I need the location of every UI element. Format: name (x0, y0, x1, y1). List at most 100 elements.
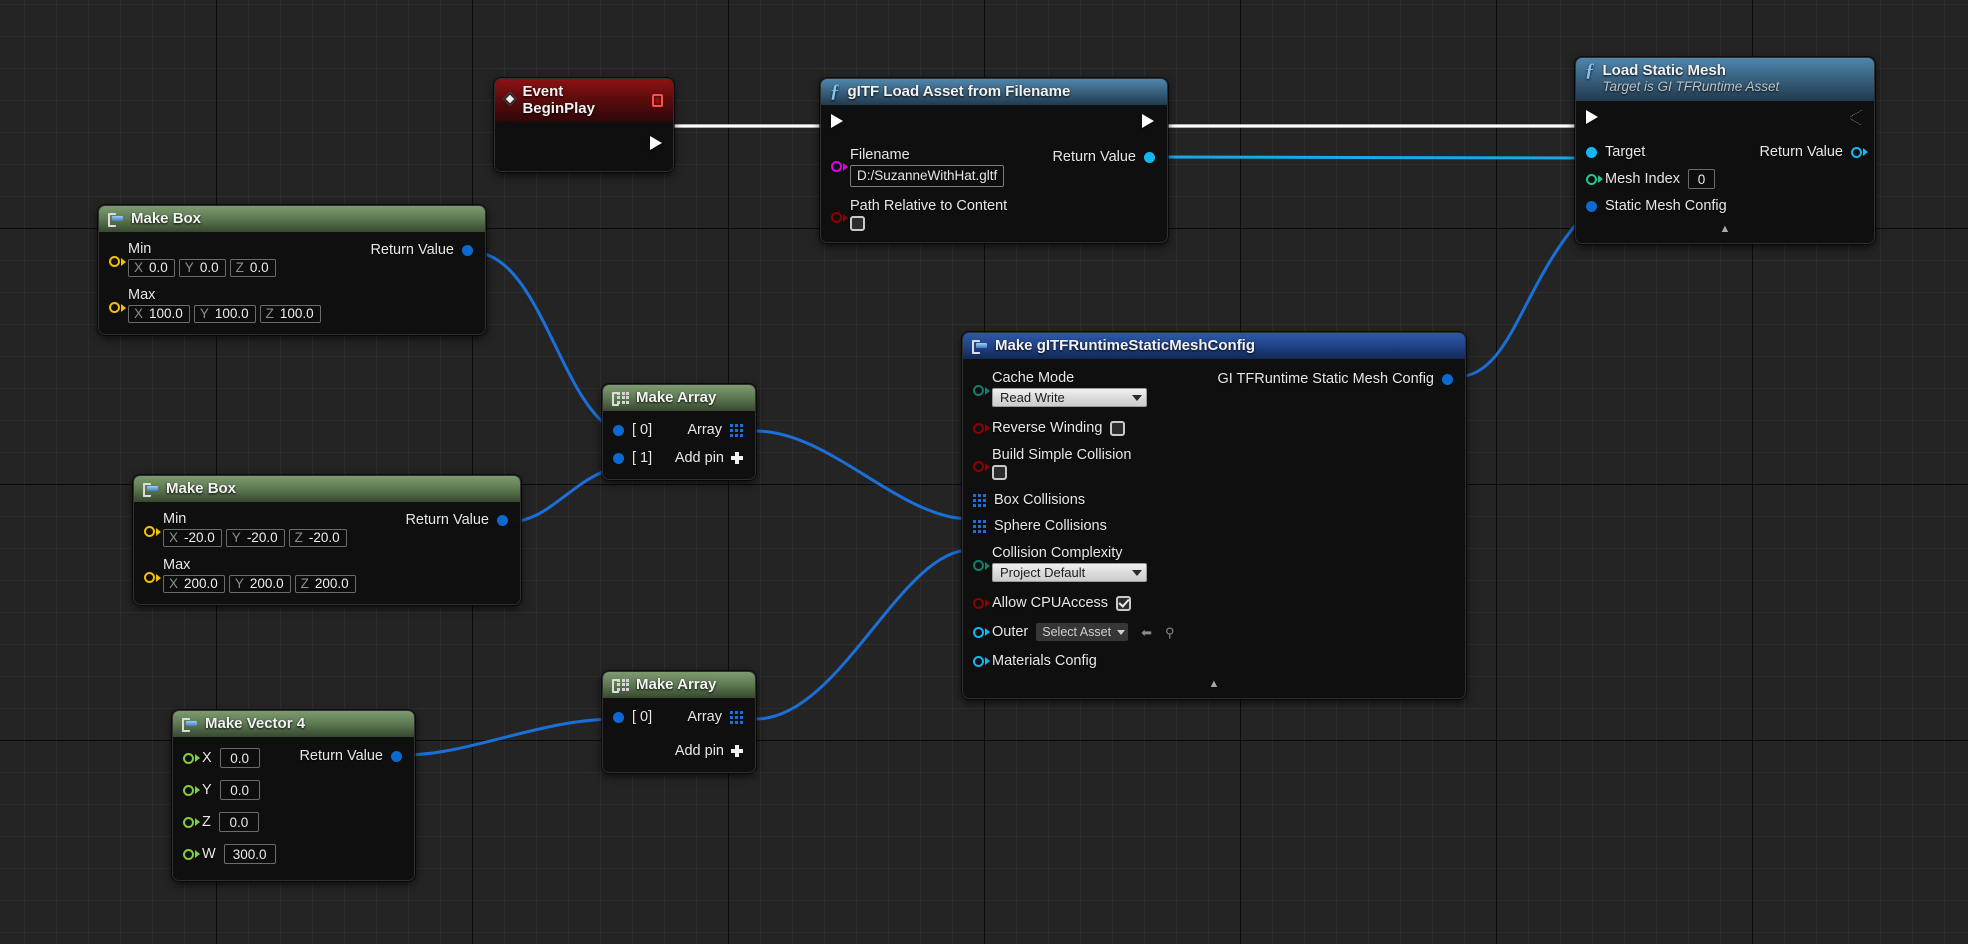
node-title-bar[interactable]: Event BeginPlay (495, 79, 673, 122)
cache-mode-input-pin[interactable] (973, 385, 984, 396)
array-item-0-pin[interactable] (613, 424, 624, 436)
max-y-input[interactable]: Y 200.0 (228, 575, 291, 593)
materials-config-input-pin[interactable] (973, 655, 984, 667)
max-y-input[interactable]: Y 100.0 (193, 305, 256, 323)
node-load-static-mesh[interactable]: ƒ Load Static Mesh Target is GI TFRuntim… (1575, 57, 1875, 244)
stop-icon[interactable] (652, 93, 663, 107)
node-make-box-2[interactable]: Make Box Min X -20.0 Y -20.0 Z -20.0 Ret… (133, 475, 521, 605)
outer-input-pin[interactable] (973, 626, 984, 638)
node-title-bar[interactable]: Make Array (603, 385, 755, 411)
axis-label-y: Y (231, 530, 241, 545)
node-title-text: Make gITFRuntimeStaticMeshConfig (995, 337, 1256, 354)
node-title-bar[interactable]: ƒ gITF Load Asset from Filename (821, 79, 1167, 105)
allow-cpu-access-input-pin[interactable] (973, 597, 984, 609)
x-input[interactable]: 0.0 (219, 748, 260, 768)
use-selected-asset-arrow-icon[interactable]: ⬅ (1141, 626, 1152, 639)
node-title-bar[interactable]: Make Vector 4 (173, 711, 414, 737)
array-item-0-pin[interactable] (613, 711, 624, 723)
node-make-gltf-runtime-static-mesh-config[interactable]: Make gITFRuntimeStaticMeshConfig Cache M… (962, 332, 1466, 699)
min-input-pin[interactable] (109, 256, 120, 267)
add-pin-button[interactable]: Add pin (675, 743, 743, 759)
node-title-bar[interactable]: Make Box (134, 476, 520, 502)
exec-out-pin[interactable] (1849, 110, 1862, 125)
filename-input[interactable]: D:/SuzanneWithHat.gltf (850, 165, 1005, 187)
collapse-arrow-icon[interactable]: ▲ (1576, 222, 1874, 235)
wire-array1-to-box-collisions (755, 429, 971, 521)
max-input-pin[interactable] (109, 302, 120, 313)
y-input-pin[interactable] (183, 784, 194, 796)
return-value-output-pin[interactable] (1144, 151, 1155, 163)
collapse-arrow-icon[interactable]: ▲ (963, 677, 1465, 690)
plus-icon (731, 452, 743, 464)
max-z-input[interactable]: Z 100.0 (259, 305, 321, 323)
node-title-bar[interactable]: ƒ Load Static Mesh Target is GI TFRuntim… (1576, 58, 1874, 101)
exec-in-pin[interactable] (1586, 110, 1599, 125)
return-value-output-pin[interactable] (497, 514, 508, 526)
min-z-input[interactable]: Z -20.0 (288, 529, 347, 547)
node-event-begin-play[interactable]: Event BeginPlay (494, 78, 674, 172)
node-title-bar[interactable]: Make gITFRuntimeStaticMeshConfig (963, 333, 1465, 359)
node-make-array-1[interactable]: Make Array [ 0] Array [1] Add pin (602, 384, 756, 480)
max-x-value: 200.0 (184, 576, 218, 591)
min-x-input[interactable]: X 0.0 (128, 259, 175, 277)
build-simple-collision-checkbox[interactable] (992, 465, 1007, 480)
mesh-index-input[interactable]: 0 (1687, 169, 1715, 189)
return-value-output-pin[interactable] (1851, 146, 1862, 158)
min-y-input[interactable]: Y 0.0 (178, 259, 226, 277)
allow-cpu-access-checkbox[interactable] (1116, 595, 1132, 611)
w-input[interactable]: 300.0 (223, 844, 276, 864)
max-x-input[interactable]: X 200.0 (163, 575, 225, 593)
path-relative-to-content-pin[interactable] (831, 212, 842, 223)
y-input[interactable]: 0.0 (219, 780, 260, 800)
axis-label-y: Y (184, 260, 194, 275)
node-title-bar[interactable]: Make Box (99, 206, 485, 232)
z-input-pin[interactable] (183, 816, 194, 828)
min-y-input[interactable]: Y -20.0 (225, 529, 285, 547)
allow-cpu-access-label: Allow CPUAccess (992, 595, 1109, 611)
return-value-output-pin[interactable] (391, 750, 402, 762)
build-simple-collision-input-pin[interactable] (973, 461, 984, 472)
node-make-vector-4[interactable]: Make Vector 4 X 0.0 Return Value Y 0.0 Z… (172, 710, 415, 881)
box-collisions-input-pin[interactable] (973, 493, 986, 507)
blueprint-graph-canvas[interactable]: Event BeginPlay ƒ gITF Load Asset from F… (0, 0, 1968, 944)
node-make-box-1[interactable]: Make Box Min X 0.0 Y 0.0 Z 0.0 Return Va… (98, 205, 486, 335)
static-mesh-config-input-pin[interactable] (1586, 200, 1597, 212)
mesh-index-input-pin[interactable] (1586, 173, 1597, 185)
node-title-bar[interactable]: Make Array (603, 672, 755, 698)
w-input-pin[interactable] (183, 848, 194, 860)
return-value-label: Return Value (370, 242, 454, 258)
sphere-collisions-input-pin[interactable] (973, 519, 986, 533)
exec-out-pin[interactable] (650, 136, 663, 151)
browse-asset-magnifier-icon[interactable]: ⚲ (1165, 626, 1175, 639)
z-input[interactable]: 0.0 (218, 812, 259, 832)
array-output-pin[interactable] (730, 710, 743, 724)
collision-complexity-dropdown[interactable]: Project Default (992, 563, 1147, 582)
max-input-pin[interactable] (144, 572, 155, 583)
reverse-winding-checkbox[interactable] (1110, 420, 1126, 436)
array-output-pin[interactable] (730, 423, 743, 437)
node-title-text: Make Array (636, 389, 717, 406)
node-make-array-2[interactable]: Make Array [ 0] Array Add pin (602, 671, 756, 773)
gltf-static-mesh-config-output-pin[interactable] (1442, 373, 1453, 385)
array-item-1-pin[interactable] (613, 452, 624, 464)
return-value-output-pin[interactable] (462, 244, 473, 256)
target-label: Target (1605, 144, 1646, 160)
node-gltf-load-asset-from-filename[interactable]: ƒ gITF Load Asset from Filename Filename… (820, 78, 1168, 243)
cache-mode-dropdown[interactable]: Read Write (992, 388, 1147, 407)
max-x-input[interactable]: X 100.0 (128, 305, 190, 323)
reverse-winding-input-pin[interactable] (973, 422, 984, 434)
path-relative-to-content-checkbox[interactable] (850, 216, 865, 231)
max-z-input[interactable]: Z 200.0 (294, 575, 356, 593)
axis-label-z: Z (300, 576, 309, 591)
exec-out-pin[interactable] (1142, 114, 1155, 129)
min-z-input[interactable]: Z 0.0 (229, 259, 276, 277)
min-x-input[interactable]: X -20.0 (163, 529, 222, 547)
add-pin-button[interactable]: Add pin (675, 450, 743, 466)
target-input-pin[interactable] (1586, 146, 1597, 158)
filename-input-pin[interactable] (831, 161, 842, 172)
exec-in-pin[interactable] (831, 114, 844, 129)
collision-complexity-input-pin[interactable] (973, 560, 984, 571)
x-input-pin[interactable] (183, 752, 194, 764)
min-input-pin[interactable] (144, 526, 155, 537)
outer-asset-picker[interactable]: Select Asset (1036, 623, 1129, 641)
